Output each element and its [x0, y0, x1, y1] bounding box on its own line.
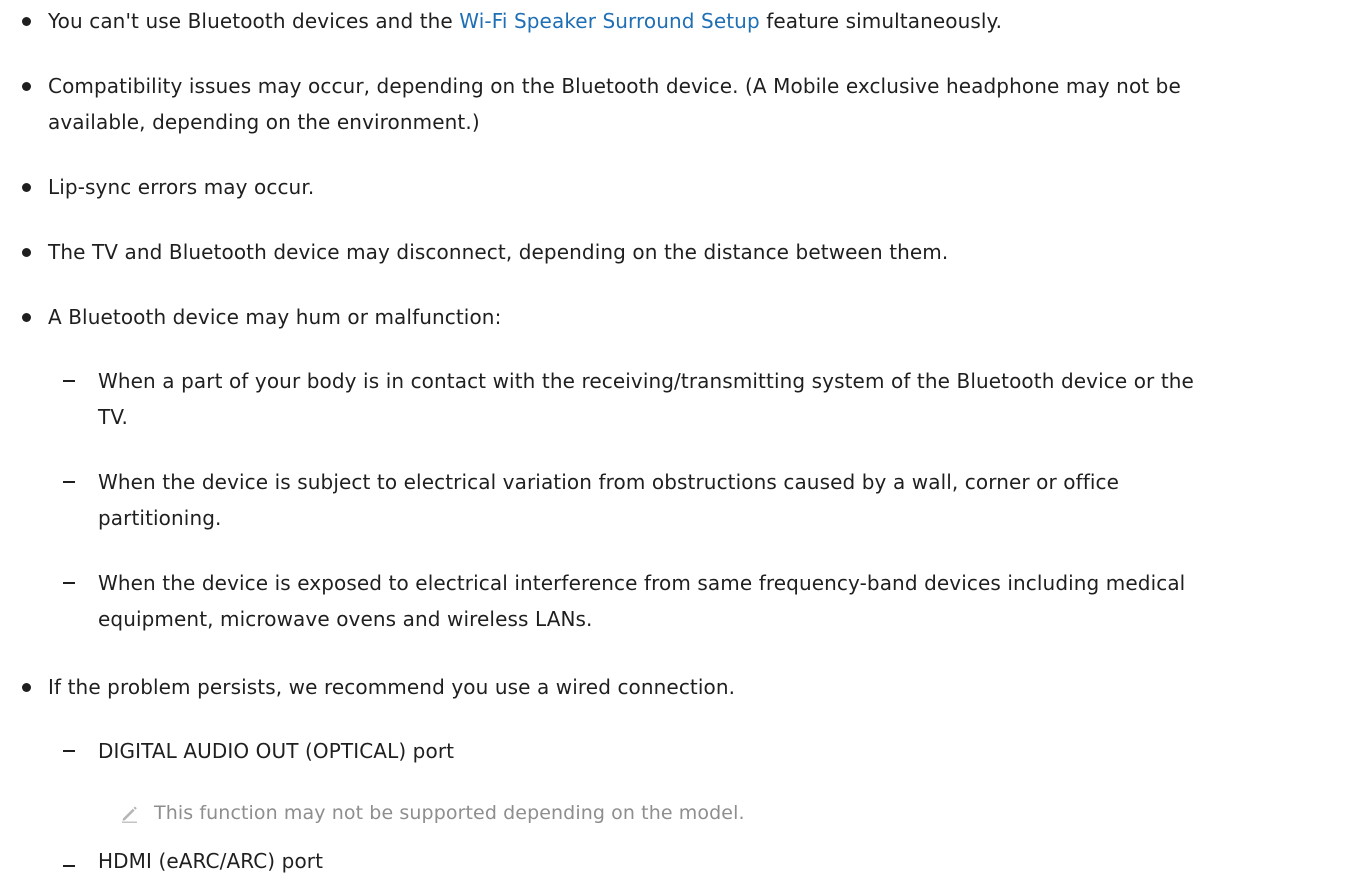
dash-icon — [63, 582, 75, 584]
list-item-wired-connection: If the problem persists, we recommend yo… — [48, 669, 1348, 705]
list-item-text-line: Compatibility issues may occur, dependin… — [48, 74, 1181, 98]
sub-item-hdmi-port: HDMI (eARC/ARC) port — [98, 843, 1348, 879]
list-item-text: feature simultaneously. — [759, 9, 1003, 33]
bullet-icon — [22, 17, 31, 26]
list-item-text: A Bluetooth device may hum or malfunctio… — [48, 305, 502, 329]
list-item-text-line: available, depending on the environment.… — [48, 110, 480, 134]
sub-item-text-line: equipment, microwave ovens and wireless … — [98, 607, 593, 631]
list-item-text: The TV and Bluetooth device may disconne… — [48, 240, 949, 264]
sub-item-body-contact: When a part of your body is in contact w… — [98, 363, 1348, 435]
list-item-disconnect: The TV and Bluetooth device may disconne… — [48, 234, 1348, 270]
list-item-text: You can't use Bluetooth devices and the — [48, 9, 460, 33]
note-text: This function may not be supported depen… — [154, 802, 745, 824]
list-item-compatibility: Compatibility issues may occur, dependin… — [48, 68, 1348, 140]
bullet-icon — [22, 313, 31, 322]
sub-item-text-line: When the device is exposed to electrical… — [98, 571, 1186, 595]
bullet-icon — [22, 683, 31, 692]
sub-item-obstructions: When the device is subject to electrical… — [98, 464, 1348, 536]
model-support-note: This function may not be supported depen… — [154, 798, 745, 828]
sub-item-interference: When the device is exposed to electrical… — [98, 565, 1348, 637]
page: { "list": { "item1": { "before": "You ca… — [0, 0, 1368, 879]
list-item-bluetooth-wifi-conflict: You can't use Bluetooth devices and the … — [48, 3, 1348, 39]
bullet-icon — [22, 248, 31, 257]
wifi-speaker-surround-setup-link[interactable]: Wi-Fi Speaker Surround Setup — [459, 9, 759, 33]
sub-item-text: HDMI (eARC/ARC) port — [98, 849, 324, 873]
list-item-text: Lip-sync errors may occur. — [48, 175, 315, 199]
list-item-text: If the problem persists, we recommend yo… — [48, 675, 736, 699]
dash-icon — [63, 481, 75, 483]
sub-item-text-line: When a part of your body is in contact w… — [98, 369, 1194, 393]
pencil-icon — [122, 806, 137, 823]
list-item-lip-sync: Lip-sync errors may occur. — [48, 169, 1348, 205]
sub-item-text-line: TV. — [98, 405, 128, 429]
dash-icon — [63, 380, 75, 382]
bullet-icon — [22, 82, 31, 91]
sub-item-text-line: partitioning. — [98, 506, 222, 530]
sub-item-optical-port: DIGITAL AUDIO OUT (OPTICAL) port — [98, 733, 1348, 769]
dash-icon — [63, 750, 75, 752]
sub-item-text: DIGITAL AUDIO OUT (OPTICAL) port — [98, 739, 455, 763]
bullet-icon — [22, 183, 31, 192]
list-item-hum-malfunction: A Bluetooth device may hum or malfunctio… — [48, 299, 1348, 335]
dash-icon — [63, 865, 75, 867]
sub-item-text-line: When the device is subject to electrical… — [98, 470, 1120, 494]
